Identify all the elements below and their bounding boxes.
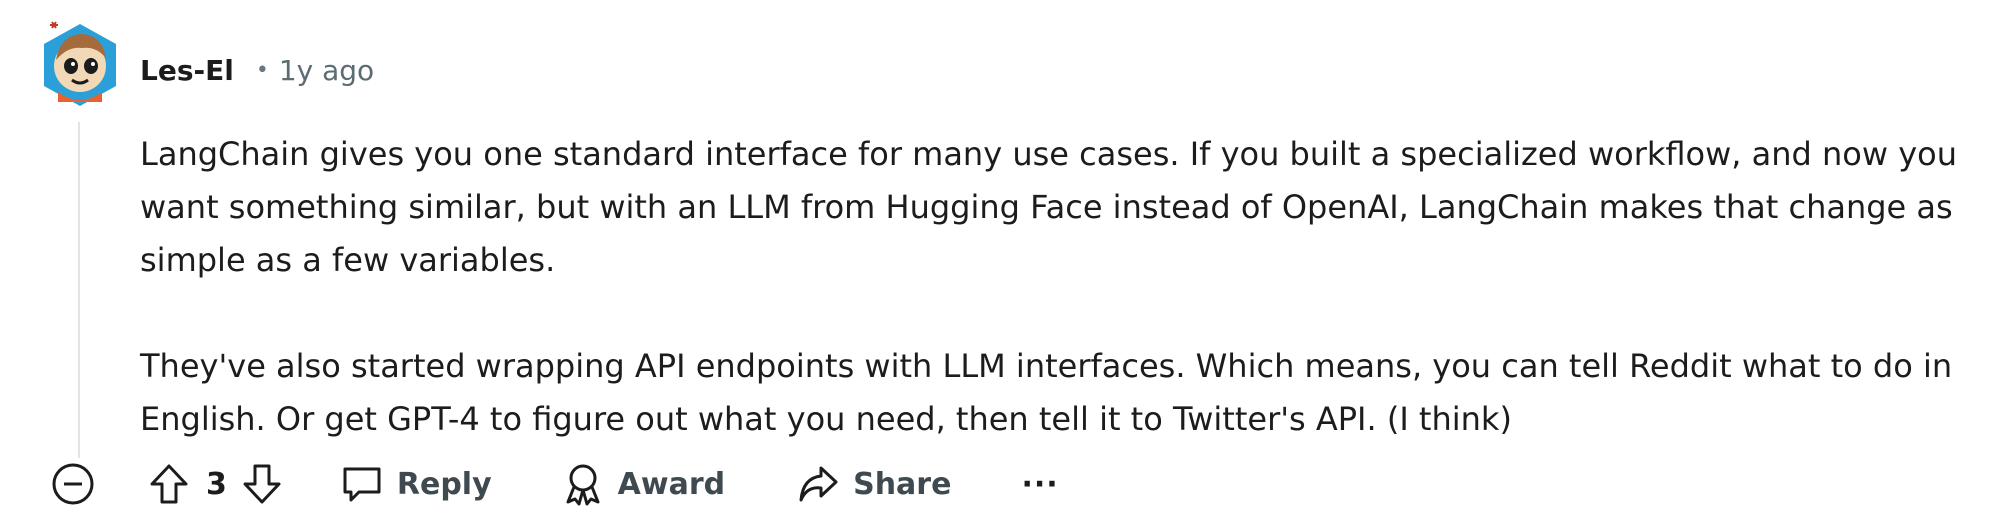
downvote-button[interactable] [241, 462, 283, 506]
comment-line: They've also started wrapping API endpoi… [140, 347, 1953, 385]
arrow-down-icon [243, 464, 281, 504]
share-button[interactable]: Share [797, 464, 951, 504]
comment-paragraph: LangChain gives you one standard interfa… [140, 128, 1992, 287]
comment-line: LangChain gives you one standard interfa… [140, 135, 1957, 173]
arrow-up-icon [150, 464, 188, 504]
share-label: Share [853, 466, 952, 502]
comment-body: LangChain gives you one standard interfa… [140, 128, 1992, 446]
comment-meta: Les-El • 1y ago [140, 48, 374, 92]
reply-button[interactable]: Reply [341, 464, 492, 504]
comment-line: English. Or get GPT-4 to figure out what… [140, 400, 1512, 438]
award-button[interactable]: Award [562, 462, 725, 506]
collapse-button[interactable] [50, 461, 96, 507]
vote-count: 3 [206, 466, 227, 502]
meta-separator: • [255, 57, 269, 83]
award-label: Award [617, 466, 726, 502]
comment-actions: 3 Reply Award Share ··· [50, 454, 1059, 514]
comment-line: simple as a few variables. [140, 241, 556, 279]
more-options-button[interactable]: ··· [1021, 467, 1058, 502]
comment-line: want something similar, but with an LLM … [140, 188, 1953, 226]
share-arrow-icon [799, 466, 838, 502]
avatar[interactable] [38, 16, 122, 108]
comment-paragraph: They've also started wrapping API endpoi… [140, 340, 1992, 446]
avatar-image [44, 21, 116, 106]
username[interactable]: Les-El [140, 54, 234, 87]
upvote-button[interactable] [148, 462, 190, 506]
minus-circle-icon [52, 463, 94, 505]
speech-bubble-icon [343, 467, 381, 502]
thread-line[interactable] [78, 122, 80, 458]
reply-label: Reply [396, 466, 492, 502]
comment-age[interactable]: 1y ago [279, 54, 374, 87]
more-options-icon: ··· [1021, 466, 1059, 502]
award-icon [566, 464, 600, 506]
